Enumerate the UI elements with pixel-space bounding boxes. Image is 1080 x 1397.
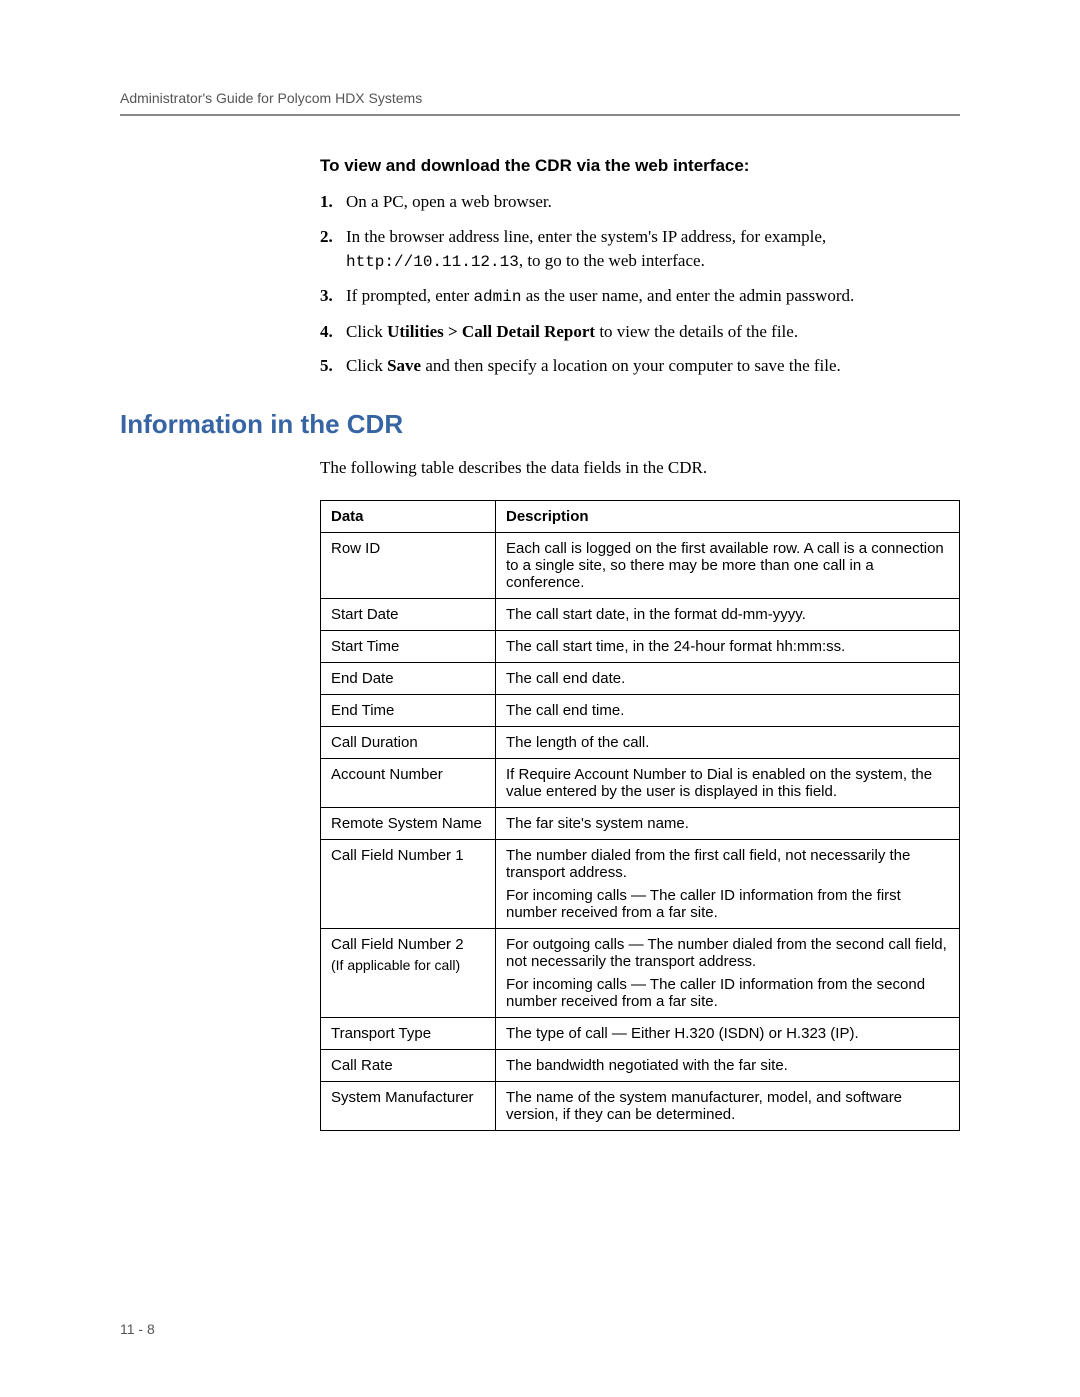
- table-row: Call Field Number 1 The number dialed fro…: [321, 839, 960, 928]
- desc-paragraph: The length of the call.: [506, 734, 949, 751]
- step-number: 1.: [320, 190, 346, 215]
- step-body: Click Utilities > Call Detail Report to …: [346, 320, 960, 345]
- data-field-name: End Date: [321, 662, 496, 694]
- data-field-name: Remote System Name: [321, 807, 496, 839]
- data-field-name: Call Field Number 1: [321, 839, 496, 928]
- table-row: System Manufacturer The name of the syste…: [321, 1081, 960, 1130]
- desc-paragraph: The bandwidth negotiated with the far si…: [506, 1057, 949, 1074]
- desc-paragraph: If Require Account Number to Dial is ena…: [506, 766, 949, 800]
- data-field-name: Call Duration: [321, 726, 496, 758]
- step-number: 3.: [320, 284, 346, 309]
- col-header-data: Data: [321, 500, 496, 532]
- data-field-desc: For outgoing calls — The number dialed f…: [496, 928, 960, 1017]
- step: 2.In the browser address line, enter the…: [320, 225, 960, 275]
- table-row: Call Field Number 2(If applicable for ca…: [321, 928, 960, 1017]
- desc-paragraph: For outgoing calls — The number dialed f…: [506, 936, 949, 970]
- desc-paragraph: The name of the system manufacturer, mod…: [506, 1089, 949, 1123]
- desc-paragraph: The type of call — Either H.320 (ISDN) o…: [506, 1025, 949, 1042]
- data-field-name: Row ID: [321, 532, 496, 598]
- page-number: 11 - 8: [120, 1321, 155, 1337]
- data-field-desc: The number dialed from the first call fi…: [496, 839, 960, 928]
- ui-path: Save: [387, 356, 421, 375]
- data-field-desc: The call end time.: [496, 694, 960, 726]
- data-field-name: Call Rate: [321, 1049, 496, 1081]
- table-row: Remote System Name The far site's system …: [321, 807, 960, 839]
- table-row: Call Rate The bandwidth negotiated with t…: [321, 1049, 960, 1081]
- step: 4.Click Utilities > Call Detail Report t…: [320, 320, 960, 345]
- step-body: In the browser address line, enter the s…: [346, 225, 960, 275]
- data-field-name: Call Field Number 2(If applicable for ca…: [321, 928, 496, 1017]
- data-field-name: Start Date: [321, 598, 496, 630]
- procedure-block: To view and download the CDR via the web…: [320, 156, 960, 379]
- data-field-desc: The bandwidth negotiated with the far si…: [496, 1049, 960, 1081]
- table-row: Start Time The call start time, in the 24…: [321, 630, 960, 662]
- data-field-name: End Time: [321, 694, 496, 726]
- procedure-steps: 1.On a PC, open a web browser.2.In the b…: [320, 190, 960, 379]
- running-header: Administrator's Guide for Polycom HDX Sy…: [120, 90, 960, 116]
- data-field-desc: The call start date, in the format dd-mm…: [496, 598, 960, 630]
- data-field-name: Start Time: [321, 630, 496, 662]
- data-field-desc: The call end date.: [496, 662, 960, 694]
- desc-paragraph: The number dialed from the first call fi…: [506, 847, 949, 881]
- step-number: 2.: [320, 225, 346, 275]
- data-field-desc: The name of the system manufacturer, mod…: [496, 1081, 960, 1130]
- data-field-desc: The far site's system name.: [496, 807, 960, 839]
- step-body: On a PC, open a web browser.: [346, 190, 960, 215]
- data-field-name: Transport Type: [321, 1017, 496, 1049]
- desc-paragraph: For incoming calls — The caller ID infor…: [506, 887, 949, 921]
- section-heading: Information in the CDR: [120, 409, 960, 440]
- table-row: Row IDEach call is logged on the first a…: [321, 532, 960, 598]
- step-body: If prompted, enter admin as the user nam…: [346, 284, 960, 309]
- step: 3.If prompted, enter admin as the user n…: [320, 284, 960, 309]
- data-field-desc: The call start time, in the 24-hour form…: [496, 630, 960, 662]
- section-intro: The following table describes the data f…: [320, 458, 960, 478]
- data-field-qualifier: (If applicable for call): [331, 957, 485, 973]
- desc-paragraph: The call end date.: [506, 670, 949, 687]
- table-row: Call Duration The length of the call.: [321, 726, 960, 758]
- desc-paragraph: Each call is logged on the first availab…: [506, 540, 949, 591]
- data-field-desc: The type of call — Either H.320 (ISDN) o…: [496, 1017, 960, 1049]
- step: 1.On a PC, open a web browser.: [320, 190, 960, 215]
- desc-paragraph: The call end time.: [506, 702, 949, 719]
- desc-paragraph: The far site's system name.: [506, 815, 949, 832]
- section-body: The following table describes the data f…: [320, 458, 960, 1131]
- desc-paragraph: The call start time, in the 24-hour form…: [506, 638, 949, 655]
- step-number: 4.: [320, 320, 346, 345]
- table-row: Start Date The call start date, in the fo…: [321, 598, 960, 630]
- data-field-name: Account Number: [321, 758, 496, 807]
- data-field-name: System Manufacturer: [321, 1081, 496, 1130]
- table-header-row: Data Description: [321, 500, 960, 532]
- table-row: End Date The call end date.: [321, 662, 960, 694]
- table-row: Account Number If Require Account Number …: [321, 758, 960, 807]
- data-field-desc: The length of the call.: [496, 726, 960, 758]
- data-field-desc: Each call is logged on the first availab…: [496, 532, 960, 598]
- table-row: End Time The call end time.: [321, 694, 960, 726]
- procedure-title: To view and download the CDR via the web…: [320, 156, 960, 176]
- cdr-table: Data Description Row IDEach call is logg…: [320, 500, 960, 1131]
- step-body: Click Save and then specify a location o…: [346, 354, 960, 379]
- data-field-desc: If Require Account Number to Dial is ena…: [496, 758, 960, 807]
- page: Administrator's Guide for Polycom HDX Sy…: [0, 0, 1080, 1397]
- desc-paragraph: The call start date, in the format dd-mm…: [506, 606, 949, 623]
- step-number: 5.: [320, 354, 346, 379]
- step: 5.Click Save and then specify a location…: [320, 354, 960, 379]
- col-header-desc: Description: [496, 500, 960, 532]
- code-literal: admin: [473, 288, 521, 306]
- desc-paragraph: For incoming calls — The caller ID infor…: [506, 976, 949, 1010]
- table-row: Transport Type The type of call — Either …: [321, 1017, 960, 1049]
- ui-path: Utilities > Call Detail Report: [387, 322, 595, 341]
- code-literal: http://10.11.12.13: [346, 253, 519, 271]
